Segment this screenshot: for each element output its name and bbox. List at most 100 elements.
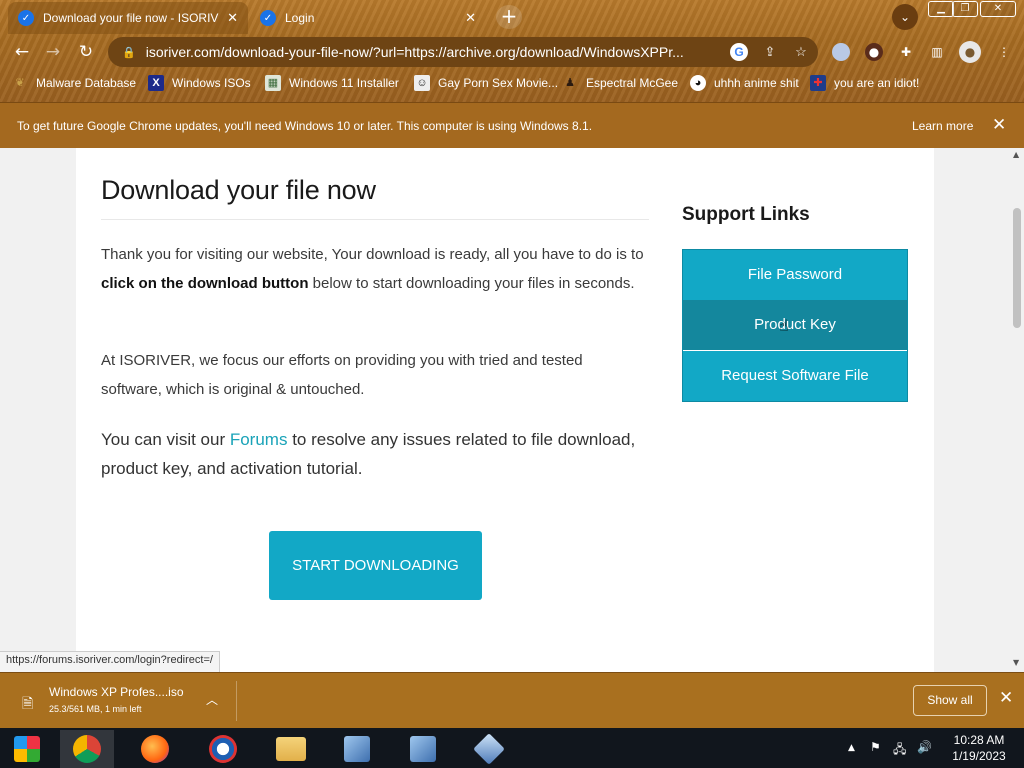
learn-more-link[interactable]: Learn more <box>912 119 973 133</box>
virtualbox-icon <box>473 733 505 765</box>
installer-icon <box>344 736 370 762</box>
page-scrollbar[interactable]: ▲ ▼ <box>1010 148 1024 672</box>
blue-check-icon: ✓ <box>260 10 276 26</box>
side-panel-icon[interactable]: ▥ <box>928 43 946 61</box>
taskbar-installer-1[interactable] <box>330 730 384 768</box>
file-icon: 🗎 <box>22 695 34 711</box>
forward-arrow-icon[interactable]: → <box>42 41 64 63</box>
taskbar-virtualbox[interactable] <box>462 730 516 768</box>
bookmark-windows-isos[interactable]: X Windows ISOs <box>148 75 251 91</box>
extension-flag-icon[interactable] <box>832 43 850 61</box>
taskbar-installer-2[interactable] <box>396 730 450 768</box>
tab-strip: ✓ Download your file now - ISORIV ✕ ✓ Lo… <box>0 0 1024 34</box>
globe-icon <box>209 735 237 763</box>
toolbar: ← → ↻ 🔒 isoriver.com/download-your-file-… <box>0 34 1024 70</box>
status-bubble: https://forums.isoriver.com/login?redire… <box>0 651 220 672</box>
forums-link[interactable]: Forums <box>230 430 288 449</box>
restore-button[interactable]: ❐ <box>952 1 978 17</box>
start-logo-icon <box>14 736 40 762</box>
scrollbar-thumb[interactable] <box>1013 208 1021 328</box>
about-paragraph: At ISORIVER, we focus our efforts on pro… <box>101 352 583 398</box>
tab-search-icon[interactable]: ⌄ <box>892 4 918 30</box>
bookmark-espectral-mcgee[interactable]: ♟ Espectral McGee <box>562 75 678 91</box>
support-links-heading: Support Links <box>682 204 810 225</box>
blue-check-icon: ✓ <box>18 10 34 26</box>
request-software-file-button[interactable]: Request Software File <box>683 351 907 401</box>
clock-time: 10:28 AM <box>953 733 1005 747</box>
chrome-icon <box>73 735 101 763</box>
product-key-button[interactable]: Product Key <box>683 300 907 350</box>
taskbar-firefox[interactable] <box>128 730 182 768</box>
start-button[interactable] <box>0 730 54 768</box>
taskbar-chrome[interactable] <box>60 730 114 768</box>
system-clock[interactable]: 10:28 AM 1/19/2023 <box>945 732 1013 764</box>
close-icon[interactable]: ✕ <box>992 115 1006 135</box>
infobar-message: To get future Google Chrome updates, you… <box>17 119 593 133</box>
bookmark-malware-database[interactable]: ❦ Malware Database <box>12 75 136 91</box>
lock-icon: 🔒 <box>122 46 136 59</box>
close-icon[interactable]: ✕ <box>999 688 1013 708</box>
tab-download[interactable]: ✓ Download your file now - ISORIV ✕ <box>8 2 248 34</box>
folder-icon <box>276 737 306 761</box>
flag-icon: ✚ <box>810 75 826 91</box>
hand-cursor-icon: ☝ <box>779 316 789 335</box>
scroll-down-icon[interactable]: ▼ <box>1013 658 1019 667</box>
x-logo-icon: X <box>148 75 164 91</box>
taskbar-file-explorer[interactable] <box>264 730 318 768</box>
firefox-icon <box>141 735 169 763</box>
tab-login[interactable]: ✓ Login ✕ <box>250 2 486 34</box>
network-icon[interactable]: 🖧 <box>893 740 906 761</box>
bookmark-windows-11-installer[interactable]: ▦ Windows 11 Installer <box>265 75 399 91</box>
chevron-up-icon[interactable]: ▲ <box>848 743 855 753</box>
chevron-up-icon[interactable]: ︿ <box>206 691 218 708</box>
download-status: 25.3/561 MB, 1 min left <box>49 704 142 714</box>
kebab-menu-icon[interactable]: ⋮ <box>995 43 1013 61</box>
title-divider <box>101 219 649 220</box>
flag-icon[interactable]: ⚑ <box>870 740 881 754</box>
forums-paragraph: You can visit our Forums to resolve any … <box>101 425 661 483</box>
account-avatar-icon[interactable]: ● <box>959 41 981 63</box>
download-file-name: Windows XP Profes....iso <box>49 685 184 699</box>
bookmarks-bar: ❦ Malware Database X Windows ISOs ▦ Windows… <box>0 72 1024 96</box>
volume-icon[interactable]: 🔊 <box>917 740 932 754</box>
tab-title: Login <box>285 11 315 25</box>
intro-text-start: Thank you for visiting our website, Your… <box>101 246 644 263</box>
start-downloading-button[interactable]: START DOWNLOADING <box>269 531 482 600</box>
face-icon: ☺ <box>414 75 430 91</box>
minimize-button[interactable]: ▁ <box>928 1 954 17</box>
bookmark-gay-porn[interactable]: ☺ Gay Porn Sex Movie... <box>414 75 558 91</box>
tab-title: Download your file now - ISORIV <box>43 11 219 25</box>
bookmark-you-are-an-idiot[interactable]: ✚ you are an idiot! <box>810 75 919 91</box>
reload-icon[interactable]: ↻ <box>75 41 97 63</box>
file-password-button[interactable]: File Password <box>683 250 907 300</box>
page-title: Download your file now <box>101 175 376 205</box>
page-viewport: Download your file now Thank you for vis… <box>0 148 1010 672</box>
share-icon[interactable]: ⇪ <box>761 43 779 61</box>
anime-icon: ◕ <box>690 75 706 91</box>
support-links-box: File Password Product Key Request Softwa… <box>682 249 908 402</box>
bookmark-anime[interactable]: ◕ uhhh anime shit <box>690 75 799 91</box>
profile-picture-icon[interactable]: ● <box>865 43 883 61</box>
address-bar[interactable]: 🔒 isoriver.com/download-your-file-now/?u… <box>108 37 818 67</box>
download-shelf: 🗎 Windows XP Profes....iso 25.3/561 MB, … <box>0 672 1024 728</box>
puzzle-icon[interactable]: ✚ <box>897 43 915 61</box>
forums-text-start: You can visit our <box>101 430 230 449</box>
close-icon[interactable]: ✕ <box>227 10 238 26</box>
installer-icon <box>410 736 436 762</box>
intro-bold-text: click on the download button <box>101 274 309 292</box>
show-all-button[interactable]: Show all <box>913 685 987 716</box>
download-item[interactable]: 🗎 Windows XP Profes....iso 25.3/561 MB, … <box>14 681 236 721</box>
intro-text-end: below to start downloading your files in… <box>308 274 635 292</box>
intro-paragraph: Thank you for visiting our website, Your… <box>101 241 661 298</box>
close-icon[interactable]: ✕ <box>465 10 476 26</box>
taskbar-app[interactable] <box>196 730 250 768</box>
back-arrow-icon[interactable]: ← <box>11 41 33 63</box>
new-tab-button[interactable]: + <box>496 5 522 29</box>
url-text: isoriver.com/download-your-file-now/?url… <box>145 44 684 60</box>
taskbar: ▲ ⚑ 🖧 🔊 10:28 AM 1/19/2023 <box>0 728 1024 768</box>
star-bookmark-icon[interactable]: ☆ <box>792 43 810 61</box>
scroll-up-icon[interactable]: ▲ <box>1013 150 1019 159</box>
clock-date: 1/19/2023 <box>952 749 1006 763</box>
window-close-button[interactable]: ✕ <box>980 1 1016 17</box>
google-lens-icon[interactable]: G <box>730 43 748 61</box>
